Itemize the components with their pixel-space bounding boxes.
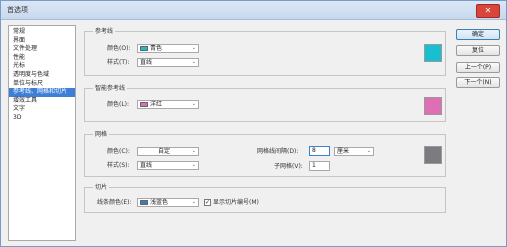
- grid-legend: 网格: [93, 130, 110, 139]
- guides-style-select[interactable]: 直线 ⌄: [137, 58, 199, 67]
- preferences-dialog: 首选项 ✕ 常规 界面 文件处理 性能 光标 透明度与色域 单位与标尺 参考线、网格和切片 增效…: [0, 0, 507, 247]
- reset-button[interactable]: 复位: [456, 45, 500, 56]
- prev-button[interactable]: 上一个(P): [456, 62, 500, 73]
- category-list[interactable]: 常规 界面 文件处理 性能 光标 透明度与色域 单位与标尺 参考线、网格和切片 增效工具 文字 3D: [8, 25, 76, 241]
- sidebar-item[interactable]: 界面: [9, 37, 75, 46]
- guides-group: 参考线 颜色(O): 青色 ⌄ 样式(T): 直线 ⌄: [84, 27, 446, 76]
- grid-style-select[interactable]: 直线 ⌄: [137, 161, 199, 170]
- gridline-input[interactable]: 8: [309, 146, 330, 156]
- checkmark-icon: ✓: [205, 199, 211, 206]
- subdivisions-value: 1: [312, 162, 316, 169]
- gridline-unit-select[interactable]: 厘米 ⌄: [334, 147, 374, 156]
- slice-color-value: 浅蓝色: [150, 199, 169, 206]
- guides-color-swatch[interactable]: [424, 44, 442, 62]
- slice-color-label: 线条颜色(E):: [97, 199, 132, 206]
- chevron-down-icon: ⌄: [191, 148, 196, 154]
- window-title: 首选项: [7, 6, 28, 14]
- guides-color-value: 青色: [150, 45, 163, 52]
- sidebar-item[interactable]: 光标: [9, 62, 75, 71]
- subdivisions-input[interactable]: 1: [309, 161, 330, 171]
- sidebar-item[interactable]: 参考线、网格和切片: [9, 88, 75, 97]
- chevron-down-icon: ⌄: [366, 148, 371, 154]
- chevron-down-icon: ⌄: [191, 101, 196, 107]
- sidebar-item[interactable]: 单位与标尺: [9, 80, 75, 89]
- next-button[interactable]: 下一个(N): [456, 77, 500, 88]
- subdivisions-label: 子网格(V):: [274, 163, 303, 170]
- gridline-value: 8: [312, 147, 316, 154]
- grid-color-select[interactable]: 自定 ⌄: [137, 147, 199, 156]
- guides-color-chip: [140, 46, 148, 51]
- show-slice-numbers-label: 显示切片编号(M): [213, 199, 259, 206]
- close-icon: ✕: [484, 6, 492, 15]
- grid-style-label: 样式(S):: [107, 162, 130, 169]
- guides-color-label: 颜色(O):: [107, 45, 131, 52]
- chevron-down-icon: ⌄: [191, 199, 196, 205]
- sidebar-item[interactable]: 常规: [9, 28, 75, 37]
- chevron-down-icon: ⌄: [191, 59, 196, 65]
- gridline-unit-value: 厘米: [337, 148, 350, 155]
- sidebar-item[interactable]: 3D: [9, 114, 75, 123]
- show-slice-numbers-checkbox[interactable]: ✓: [204, 199, 211, 206]
- guides-style-value: 直线: [140, 59, 153, 66]
- close-button[interactable]: ✕: [476, 4, 500, 18]
- slices-group: 切片 线条颜色(E): 浅蓝色 ⌄ ✓ 显示切片编号(M): [84, 183, 446, 213]
- smart-guides-color-label: 颜色(L):: [107, 101, 130, 108]
- grid-style-value: 直线: [140, 162, 153, 169]
- grid-color-value: 自定: [158, 148, 171, 155]
- gridline-label: 网格线间隔(D):: [257, 148, 299, 155]
- smart-guides-color-select[interactable]: 洋红 ⌄: [137, 100, 199, 109]
- grid-color-swatch[interactable]: [424, 146, 442, 164]
- slice-color-select[interactable]: 浅蓝色 ⌄: [137, 198, 199, 207]
- sidebar-item[interactable]: 透明度与色域: [9, 71, 75, 80]
- grid-color-label: 颜色(C):: [107, 148, 130, 155]
- chevron-down-icon: ⌄: [191, 162, 196, 168]
- guides-color-select[interactable]: 青色 ⌄: [137, 44, 199, 53]
- smart-guides-color-swatch[interactable]: [424, 97, 442, 115]
- guides-legend: 参考线: [93, 27, 116, 36]
- title-bar: 首选项 ✕: [1, 1, 506, 20]
- smart-guides-color-chip: [140, 102, 148, 107]
- guides-style-label: 样式(T):: [107, 59, 130, 66]
- ok-button[interactable]: 确定: [456, 29, 500, 40]
- grid-group: 网格 颜色(C): 自定 ⌄ 样式(S): 直线 ⌄ 网格线间隔(D): 8 厘…: [84, 130, 446, 177]
- slices-legend: 切片: [93, 183, 110, 192]
- sidebar-item[interactable]: 文字: [9, 105, 75, 114]
- chevron-down-icon: ⌄: [191, 45, 196, 51]
- slice-color-chip: [140, 200, 148, 205]
- sidebar-item[interactable]: 文件处理: [9, 45, 75, 54]
- smart-guides-legend: 智能参考线: [93, 84, 128, 93]
- smart-guides-color-value: 洋红: [150, 101, 163, 108]
- smart-guides-group: 智能参考线 颜色(L): 洋红 ⌄: [84, 84, 446, 122]
